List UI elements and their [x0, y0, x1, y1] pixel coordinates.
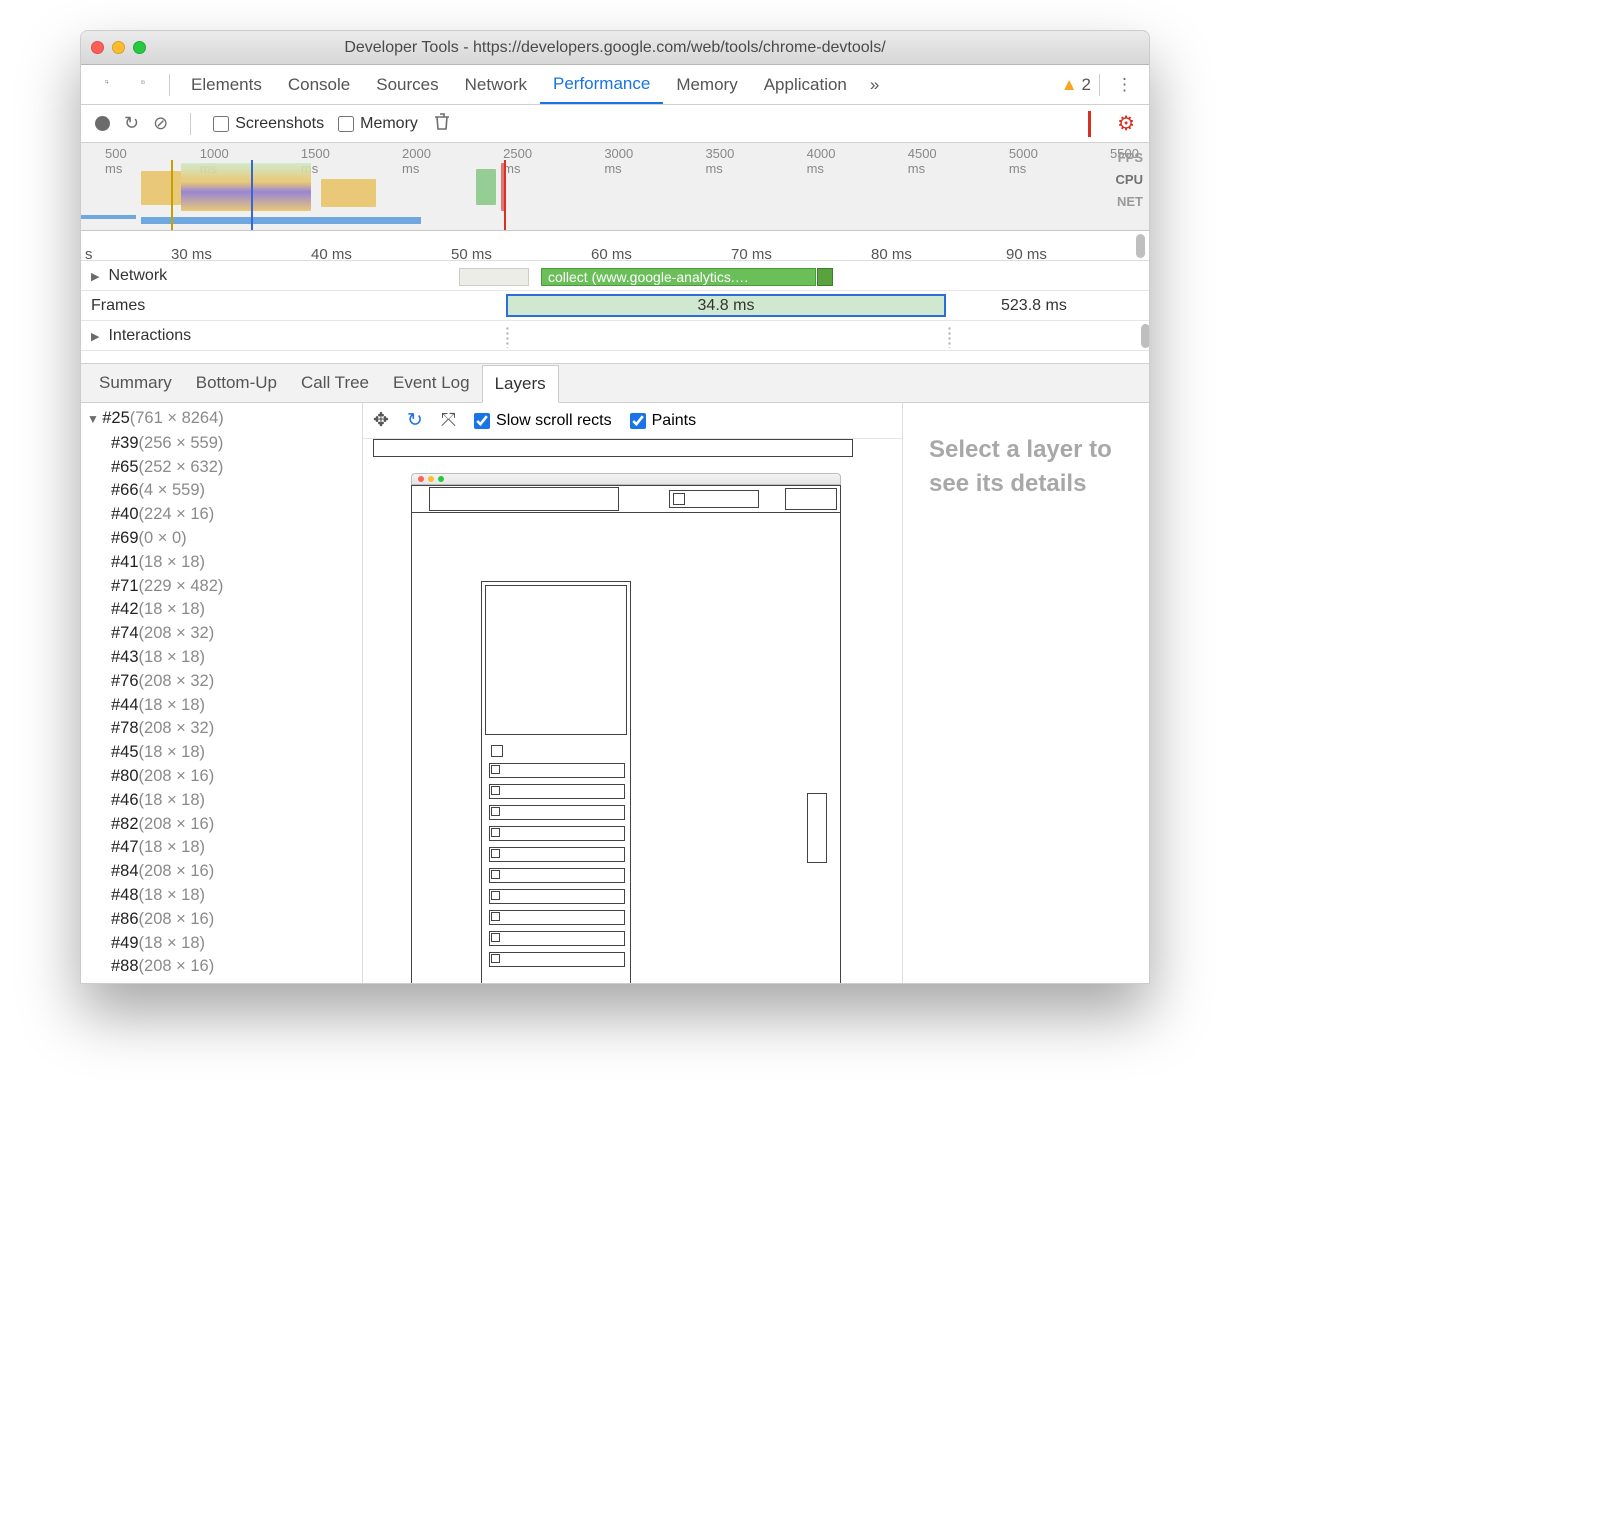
- layers-canvas-pane: ✥ ↻ ⤧ Slow scroll rects Paints: [363, 403, 903, 983]
- frames-track[interactable]: Frames 34.8 ms 523.8 ms: [81, 291, 1149, 321]
- layer-tree-item[interactable]: #80(208 × 16): [81, 765, 362, 789]
- timeline-ruler[interactable]: s 30 ms 40 ms 50 ms 60 ms 70 ms 80 ms 90 ms: [81, 231, 1149, 261]
- divider: [169, 74, 170, 96]
- layer-tree-item[interactable]: #82(208 × 16): [81, 813, 362, 837]
- rotate-icon[interactable]: ↻: [407, 409, 423, 432]
- vertical-scrollbar-thumb[interactable]: [1136, 234, 1145, 258]
- titlebar: Developer Tools - https://developers.goo…: [81, 31, 1149, 65]
- panel-tab-event-log[interactable]: Event Log: [381, 364, 482, 402]
- layer-tree-item[interactable]: #78(208 × 32): [81, 717, 362, 741]
- layer-tree-item[interactable]: #84(208 × 16): [81, 860, 362, 884]
- ruler-tick: 90 ms: [1006, 246, 1047, 263]
- reset-view-icon[interactable]: ⤧: [441, 410, 456, 432]
- garbage-collect-icon[interactable]: [432, 111, 452, 136]
- layer-tree-item[interactable]: #43(18 × 18): [81, 646, 362, 670]
- device-toggle-icon[interactable]: [125, 72, 161, 97]
- tab-console[interactable]: Console: [275, 65, 363, 104]
- layer-tree-item[interactable]: #45(18 × 18): [81, 741, 362, 765]
- layer-tree-item[interactable]: #76(208 × 32): [81, 670, 362, 694]
- layer-tree-item[interactable]: #44(18 × 18): [81, 694, 362, 718]
- layer-tree-item[interactable]: #48(18 × 18): [81, 884, 362, 908]
- network-request-block[interactable]: collect (www.google-analytics.…: [541, 268, 816, 286]
- tabs-overflow-button[interactable]: »: [860, 65, 889, 104]
- timeline-tracks: Network collect (www.google-analytics.… …: [81, 261, 1149, 351]
- tab-performance[interactable]: Performance: [540, 65, 663, 104]
- divider: [1099, 74, 1100, 96]
- warnings-indicator[interactable]: ▲ 2: [1061, 75, 1091, 95]
- kebab-menu-icon[interactable]: ⋮: [1108, 75, 1141, 95]
- layer-tree-item[interactable]: #88(208 × 16): [81, 955, 362, 979]
- tab-elements[interactable]: Elements: [178, 65, 275, 104]
- clear-icon[interactable]: ⊘: [153, 113, 168, 134]
- layer-tree-item[interactable]: #25(761 × 8264): [81, 407, 362, 432]
- layer-tree[interactable]: #25(761 × 8264)#39(256 × 559)#65(252 × 6…: [81, 403, 363, 983]
- layer-tree-item[interactable]: #41(18 × 18): [81, 551, 362, 575]
- layers-panel: #25(761 × 8264)#39(256 × 559)#65(252 × 6…: [81, 403, 1149, 983]
- ruler-tick: 70 ms: [731, 246, 772, 263]
- analysis-panel-tabs: SummaryBottom-UpCall TreeEvent LogLayers: [81, 363, 1149, 403]
- panel-tab-bottom-up[interactable]: Bottom-Up: [184, 364, 289, 402]
- layer-tree-item[interactable]: #42(18 × 18): [81, 598, 362, 622]
- network-request-tail: [817, 268, 833, 286]
- vertical-scrollbar-thumb[interactable]: [1141, 324, 1150, 348]
- overview-activity: [81, 163, 1107, 230]
- frame-off-label: 523.8 ms: [1001, 291, 1067, 320]
- tab-network[interactable]: Network: [452, 65, 540, 104]
- layer-tree-item[interactable]: #69(0 × 0): [81, 527, 362, 551]
- ruler-tick: 30 ms: [171, 246, 212, 263]
- tab-sources[interactable]: Sources: [363, 65, 451, 104]
- layer-tree-item[interactable]: #66(4 × 559): [81, 479, 362, 503]
- record-button[interactable]: [95, 116, 110, 131]
- memory-checkbox[interactable]: Memory: [338, 115, 418, 133]
- warning-icon: ▲: [1061, 75, 1078, 95]
- paints-checkbox[interactable]: Paints: [630, 412, 696, 430]
- ruler-tick: 60 ms: [591, 246, 632, 263]
- layer-tree-item[interactable]: #49(18 × 18): [81, 932, 362, 956]
- divider: [1088, 111, 1091, 137]
- ruler-tick: 40 ms: [311, 246, 352, 263]
- pan-icon[interactable]: ✥: [373, 409, 389, 432]
- panel-tab-call-tree[interactable]: Call Tree: [289, 364, 381, 402]
- main-tabbar: ElementsConsoleSourcesNetworkPerformance…: [81, 65, 1149, 105]
- slow-scroll-rects-checkbox[interactable]: Slow scroll rects: [474, 412, 612, 430]
- overview-lane-labels: FPS CPU NET: [1116, 147, 1143, 213]
- layer-tree-item[interactable]: #39(256 × 559): [81, 432, 362, 456]
- layer-tree-item[interactable]: #74(208 × 32): [81, 622, 362, 646]
- performance-toolbar: ↻ ⊘ Screenshots Memory ⚙: [81, 105, 1149, 143]
- grip-icon[interactable]: [505, 326, 510, 348]
- layer-tree-item[interactable]: #46(18 × 18): [81, 789, 362, 813]
- ruler-tick: s: [85, 246, 93, 263]
- chevron-right-icon[interactable]: [91, 267, 102, 285]
- timeline-overview[interactable]: 500 ms1000 ms1500 ms2000 ms2500 ms3000 m…: [81, 143, 1149, 231]
- interactions-track[interactable]: Interactions: [81, 321, 1149, 351]
- layer-details-empty: Select a layer to see its details: [903, 403, 1149, 983]
- tab-memory[interactable]: Memory: [663, 65, 750, 104]
- panel-tab-summary[interactable]: Summary: [87, 364, 184, 402]
- frame-block[interactable]: 34.8 ms: [506, 294, 946, 317]
- reload-icon[interactable]: ↻: [124, 113, 139, 134]
- ruler-tick: 80 ms: [871, 246, 912, 263]
- layer-tree-item[interactable]: #47(18 × 18): [81, 836, 362, 860]
- inspect-icon[interactable]: [89, 72, 125, 97]
- panel-tab-layers[interactable]: Layers: [482, 365, 559, 403]
- warning-count: 2: [1082, 75, 1091, 95]
- chevron-right-icon[interactable]: [91, 327, 102, 345]
- layer-tree-item[interactable]: #65(252 × 632): [81, 456, 362, 480]
- layer-tree-item[interactable]: #40(224 × 16): [81, 503, 362, 527]
- settings-gear-icon[interactable]: ⚙: [1117, 111, 1135, 136]
- layer-tree-item[interactable]: #71(229 × 482): [81, 575, 362, 599]
- devtools-window: Developer Tools - https://developers.goo…: [80, 30, 1150, 984]
- layers-canvas[interactable]: [363, 439, 902, 983]
- tab-application[interactable]: Application: [751, 65, 860, 104]
- screenshots-checkbox[interactable]: Screenshots: [213, 115, 324, 133]
- grip-icon[interactable]: [947, 326, 952, 348]
- network-idle-block: [459, 268, 529, 286]
- divider: [190, 113, 191, 135]
- network-track[interactable]: Network collect (www.google-analytics.…: [81, 261, 1149, 291]
- layers-canvas-toolbar: ✥ ↻ ⤧ Slow scroll rects Paints: [363, 403, 902, 439]
- layer-tree-item[interactable]: #86(208 × 16): [81, 908, 362, 932]
- ruler-tick: 50 ms: [451, 246, 492, 263]
- layer-tree-item[interactable]: #50(18 × 18): [81, 979, 362, 983]
- window-title: Developer Tools - https://developers.goo…: [81, 39, 1149, 57]
